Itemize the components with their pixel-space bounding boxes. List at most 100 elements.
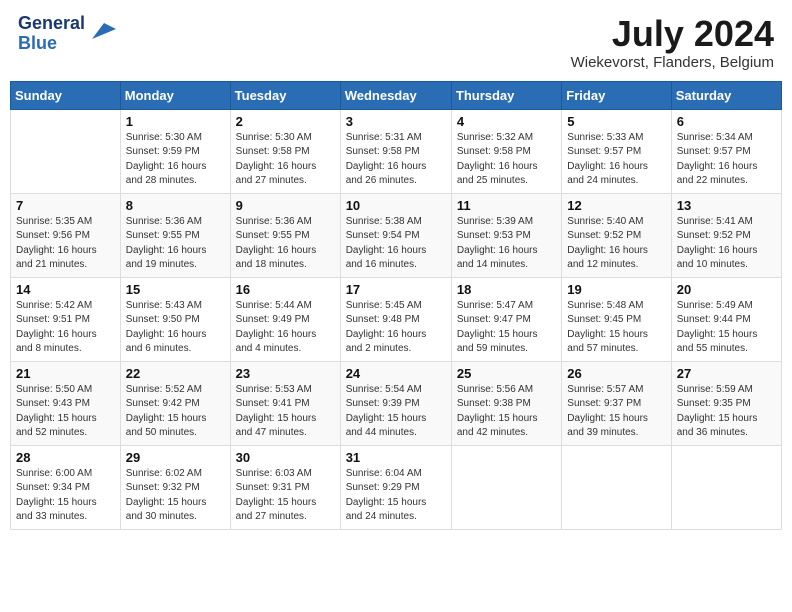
day-number: 18 [457,282,556,297]
calendar-week-row: 28Sunrise: 6:00 AM Sunset: 9:34 PM Dayli… [11,445,782,529]
calendar-cell: 9 Sunrise: 5:36 AM Sunset: 9:55 PM Daylig… [230,193,340,277]
day-number: 15 [126,282,225,297]
calendar-cell [11,109,121,193]
day-info: Sunrise: 5:59 AM Sunset: 9:35 PM Dayligh… [677,383,776,441]
calendar-table: SundayMondayTuesdayWednesdayThursdayFrid… [10,81,782,530]
day-number: 1 [126,114,225,129]
day-number: 22 [126,366,225,381]
calendar-cell [671,445,781,529]
calendar-header-friday: Friday [562,81,671,109]
day-info: Sunrise: 5:30 AM Sunset: 9:58 PM Dayligh… [236,131,335,189]
day-info: Sunrise: 5:44 AM Sunset: 9:49 PM Dayligh… [236,299,335,357]
day-number: 17 [346,282,446,297]
day-number: 12 [567,198,665,213]
calendar-cell: 13Sunrise: 5:41 AM Sunset: 9:52 PM Dayli… [671,193,781,277]
day-info: Sunrise: 6:00 AM Sunset: 9:34 PM Dayligh… [16,467,115,525]
day-number: 23 [236,366,335,381]
day-info: Sunrise: 5:53 AM Sunset: 9:41 PM Dayligh… [236,383,335,441]
day-info: Sunrise: 5:43 AM Sunset: 9:50 PM Dayligh… [126,299,225,357]
calendar-cell: 18 Sunrise: 5:47 AM Sunset: 9:47 PM Dayli… [451,277,561,361]
day-number: 29 [126,450,225,465]
calendar-cell: 4 Sunrise: 5:32 AM Sunset: 9:58 PM Daylig… [451,109,561,193]
calendar-cell: 5 Sunrise: 5:33 AM Sunset: 9:57 PM Daylig… [562,109,671,193]
calendar-cell: 29Sunrise: 6:02 AM Sunset: 9:32 PM Dayli… [120,445,230,529]
calendar-cell: 25 Sunrise: 5:56 AM Sunset: 9:38 PM Dayli… [451,361,561,445]
day-number: 8 [126,198,225,213]
logo-icon [88,15,118,45]
day-info: Sunrise: 5:34 AM Sunset: 9:57 PM Dayligh… [677,131,776,189]
page-header: General Blue July 2024 Wiekevorst, Fland… [10,10,782,75]
day-info: Sunrise: 5:45 AM Sunset: 9:48 PM Dayligh… [346,299,446,357]
day-number: 3 [346,114,446,129]
day-info: Sunrise: 5:36 AM Sunset: 9:55 PM Dayligh… [236,215,335,273]
day-number: 2 [236,114,335,129]
calendar-cell: 22 Sunrise: 5:52 AM Sunset: 9:42 PM Dayli… [120,361,230,445]
day-number: 21 [16,366,115,381]
calendar-cell: 10Sunrise: 5:38 AM Sunset: 9:54 PM Dayli… [340,193,451,277]
day-info: Sunrise: 5:40 AM Sunset: 9:52 PM Dayligh… [567,215,665,273]
day-number: 26 [567,366,665,381]
logo-text: General Blue [18,14,85,54]
day-info: Sunrise: 5:42 AM Sunset: 9:51 PM Dayligh… [16,299,115,357]
day-info: Sunrise: 5:56 AM Sunset: 9:38 PM Dayligh… [457,383,556,441]
calendar-cell: 1Sunrise: 5:30 AM Sunset: 9:59 PM Daylig… [120,109,230,193]
day-number: 25 [457,366,556,381]
calendar-cell: 16 Sunrise: 5:44 AM Sunset: 9:49 PM Dayli… [230,277,340,361]
day-number: 24 [346,366,446,381]
calendar-cell: 31Sunrise: 6:04 AM Sunset: 9:29 PM Dayli… [340,445,451,529]
calendar-cell: 23 Sunrise: 5:53 AM Sunset: 9:41 PM Dayli… [230,361,340,445]
calendar-cell [451,445,561,529]
calendar-header-tuesday: Tuesday [230,81,340,109]
day-info: Sunrise: 5:57 AM Sunset: 9:37 PM Dayligh… [567,383,665,441]
calendar-cell: 6 Sunrise: 5:34 AM Sunset: 9:57 PM Daylig… [671,109,781,193]
day-number: 16 [236,282,335,297]
day-info: Sunrise: 5:49 AM Sunset: 9:44 PM Dayligh… [677,299,776,357]
day-info: Sunrise: 5:39 AM Sunset: 9:53 PM Dayligh… [457,215,556,273]
calendar-cell: 26 Sunrise: 5:57 AM Sunset: 9:37 PM Dayli… [562,361,671,445]
day-number: 20 [677,282,776,297]
calendar-header-wednesday: Wednesday [340,81,451,109]
day-info: Sunrise: 5:32 AM Sunset: 9:58 PM Dayligh… [457,131,556,189]
month-year-title: July 2024 [571,14,774,54]
calendar-cell: 11 Sunrise: 5:39 AM Sunset: 9:53 PM Dayli… [451,193,561,277]
day-info: Sunrise: 5:47 AM Sunset: 9:47 PM Dayligh… [457,299,556,357]
day-info: Sunrise: 5:35 AM Sunset: 9:56 PM Dayligh… [16,215,115,273]
calendar-header-monday: Monday [120,81,230,109]
day-number: 14 [16,282,115,297]
day-number: 19 [567,282,665,297]
day-info: Sunrise: 5:50 AM Sunset: 9:43 PM Dayligh… [16,383,115,441]
day-info: Sunrise: 5:33 AM Sunset: 9:57 PM Dayligh… [567,131,665,189]
calendar-cell: 3 Sunrise: 5:31 AM Sunset: 9:58 PM Daylig… [340,109,451,193]
day-info: Sunrise: 6:04 AM Sunset: 9:29 PM Dayligh… [346,467,446,525]
day-number: 4 [457,114,556,129]
calendar-cell: 2 Sunrise: 5:30 AM Sunset: 9:58 PM Daylig… [230,109,340,193]
day-number: 27 [677,366,776,381]
day-info: Sunrise: 5:52 AM Sunset: 9:42 PM Dayligh… [126,383,225,441]
calendar-cell: 28Sunrise: 6:00 AM Sunset: 9:34 PM Dayli… [11,445,121,529]
calendar-header-saturday: Saturday [671,81,781,109]
day-info: Sunrise: 5:38 AM Sunset: 9:54 PM Dayligh… [346,215,446,273]
calendar-cell: 30Sunrise: 6:03 AM Sunset: 9:31 PM Dayli… [230,445,340,529]
day-info: Sunrise: 5:54 AM Sunset: 9:39 PM Dayligh… [346,383,446,441]
day-number: 11 [457,198,556,213]
location-subtitle: Wiekevorst, Flanders, Belgium [571,54,774,71]
calendar-cell: 14 Sunrise: 5:42 AM Sunset: 9:51 PM Dayli… [11,277,121,361]
day-number: 5 [567,114,665,129]
calendar-cell: 24 Sunrise: 5:54 AM Sunset: 9:39 PM Dayli… [340,361,451,445]
calendar-week-row: 7 Sunrise: 5:35 AM Sunset: 9:56 PM Daylig… [11,193,782,277]
calendar-cell: 19Sunrise: 5:48 AM Sunset: 9:45 PM Dayli… [562,277,671,361]
calendar-cell: 8 Sunrise: 5:36 AM Sunset: 9:55 PM Daylig… [120,193,230,277]
calendar-cell: 12 Sunrise: 5:40 AM Sunset: 9:52 PM Dayli… [562,193,671,277]
day-info: Sunrise: 6:03 AM Sunset: 9:31 PM Dayligh… [236,467,335,525]
calendar-cell: 21 Sunrise: 5:50 AM Sunset: 9:43 PM Dayli… [11,361,121,445]
calendar-week-row: 1Sunrise: 5:30 AM Sunset: 9:59 PM Daylig… [11,109,782,193]
calendar-cell: 15 Sunrise: 5:43 AM Sunset: 9:50 PM Dayli… [120,277,230,361]
day-number: 6 [677,114,776,129]
title-section: July 2024 Wiekevorst, Flanders, Belgium [571,14,774,71]
calendar-header-row: SundayMondayTuesdayWednesdayThursdayFrid… [11,81,782,109]
day-number: 9 [236,198,335,213]
day-info: Sunrise: 5:31 AM Sunset: 9:58 PM Dayligh… [346,131,446,189]
day-number: 13 [677,198,776,213]
day-number: 7 [16,198,115,213]
day-info: Sunrise: 5:36 AM Sunset: 9:55 PM Dayligh… [126,215,225,273]
